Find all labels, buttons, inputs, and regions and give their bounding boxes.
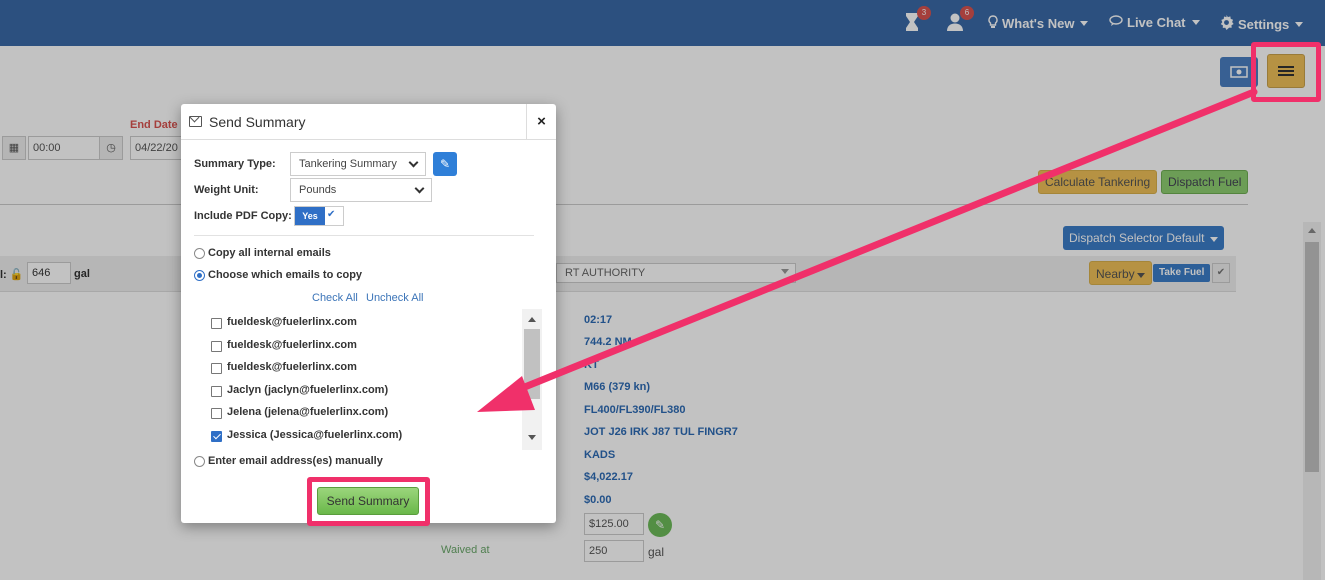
copy-all-radio[interactable] [194,248,205,259]
scroll-up-icon [528,317,536,322]
email-checkbox[interactable] [211,318,222,329]
email-checkbox[interactable] [211,363,222,374]
choose-emails-label[interactable]: Choose which emails to copy [208,269,362,281]
uncheck-all-link[interactable]: Uncheck All [366,292,423,304]
summary-type-select[interactable]: Tankering Summary [290,152,426,176]
edit-summary-button[interactable]: ✎ [433,152,457,176]
email-checkbox[interactable] [211,386,222,397]
chevron-down-icon [408,157,419,168]
scroll-thumb [524,329,540,399]
close-button[interactable]: × [526,104,556,140]
include-pdf-label: Include PDF Copy: [194,210,292,222]
send-button-highlight-box [307,477,430,526]
weight-unit-label: Weight Unit: [194,184,259,196]
scroll-down-icon [528,435,536,440]
send-summary-modal: Send Summary × Summary Type: Tankering S… [181,104,556,523]
modal-header: Send Summary × [181,104,556,140]
choose-emails-radio[interactable] [194,270,205,281]
copy-all-label[interactable]: Copy all internal emails [208,247,331,259]
check-icon: ✔ [327,209,336,220]
email-checkbox-checked[interactable] [211,431,222,442]
envelope-icon [189,116,202,127]
divider [194,235,534,236]
check-all-link[interactable]: Check All [312,292,358,304]
manual-email-radio[interactable] [194,456,205,467]
email-list: fueldesk@fuelerlinx.com fueldesk@fuelerl… [201,309,543,450]
chevron-down-icon [414,183,425,194]
weight-unit-select[interactable]: Pounds [290,178,432,202]
email-checkbox[interactable] [211,408,222,419]
menu-highlight-box [1251,42,1321,102]
summary-type-label: Summary Type: [194,158,276,170]
manual-email-label[interactable]: Enter email address(es) manually [208,455,383,467]
include-pdf-toggle[interactable]: Yes ✔ [294,206,344,226]
modal-title: Send Summary [209,114,306,130]
email-checkbox[interactable] [211,341,222,352]
email-list-scrollbar[interactable] [522,309,542,450]
